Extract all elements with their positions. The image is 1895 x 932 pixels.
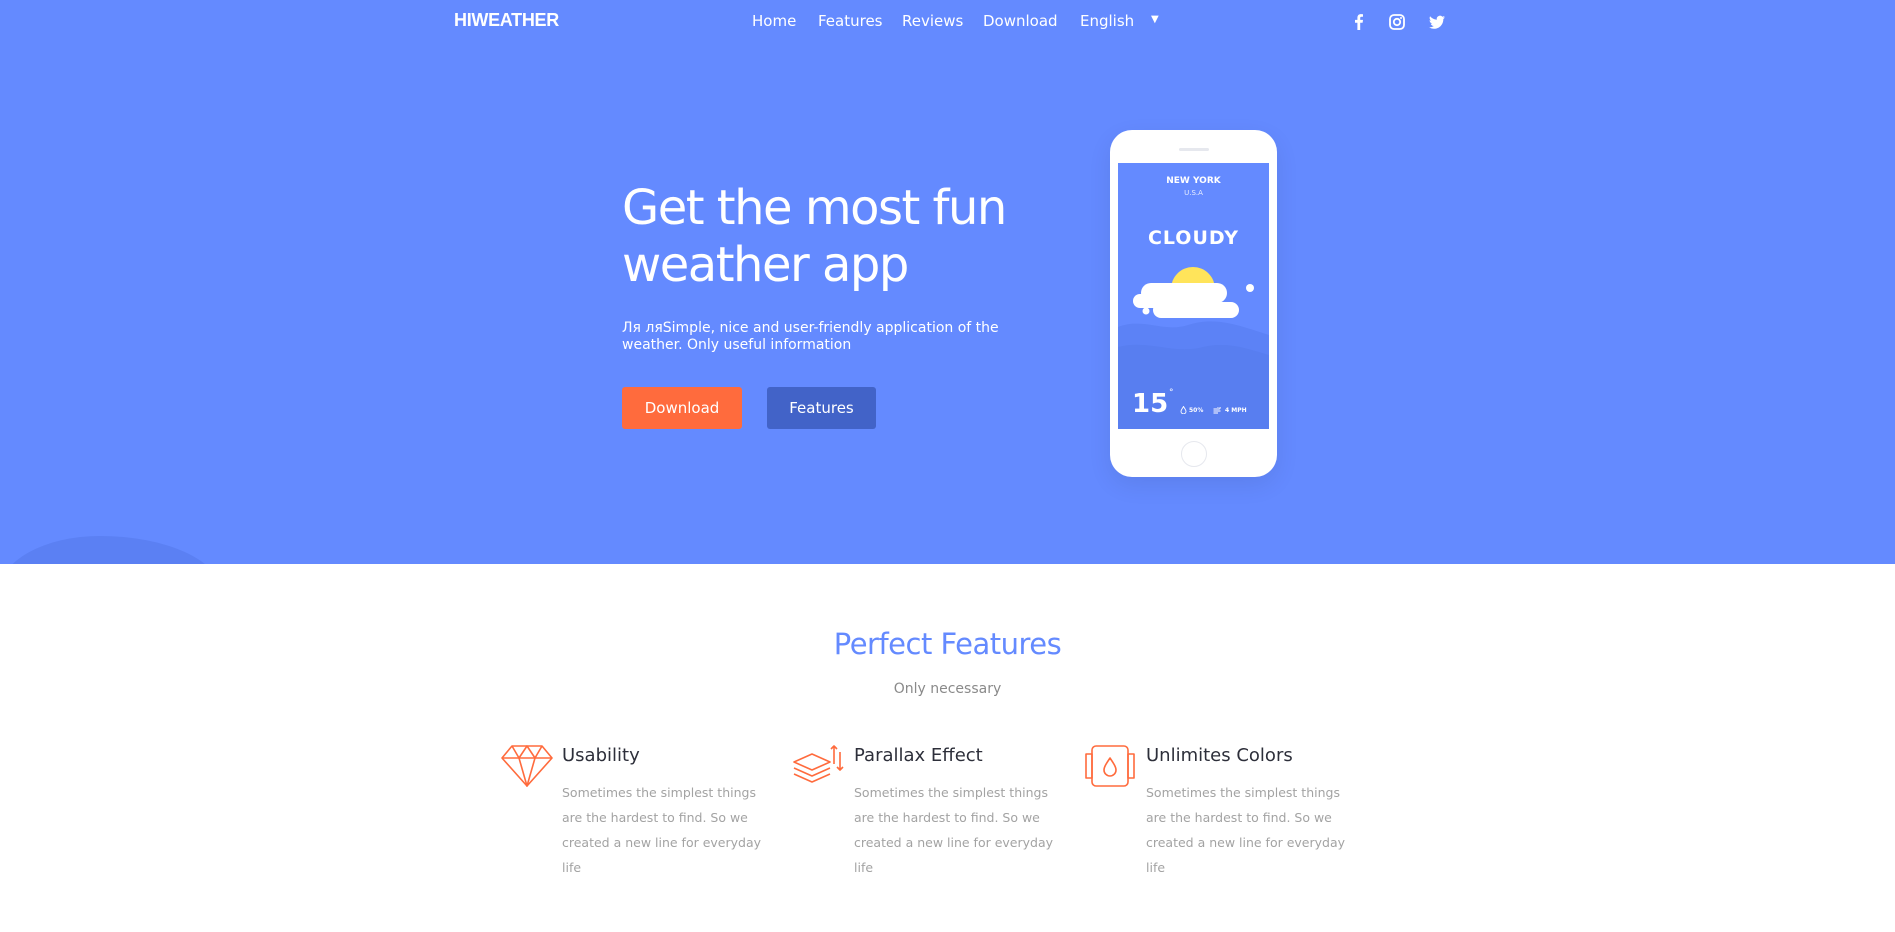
humidity-value: 50% bbox=[1189, 407, 1204, 414]
humidity-icon bbox=[1180, 406, 1187, 414]
chevron-down-icon[interactable]: ▼ bbox=[1151, 14, 1159, 25]
twitter-icon[interactable] bbox=[1427, 12, 1447, 32]
download-button[interactable]: Download bbox=[622, 387, 742, 429]
nav-home[interactable]: Home bbox=[752, 12, 796, 30]
color-drop-icon bbox=[1085, 745, 1135, 787]
feature-colors: Unlimites Colors Sometimes the simplest … bbox=[1084, 740, 1346, 880]
brand-logo[interactable]: HIWEATHER bbox=[454, 10, 559, 31]
feature-description: Sometimes the simplest things are the ha… bbox=[1146, 785, 1346, 875]
hero-title-line-2: weather app bbox=[622, 237, 909, 293]
phone-speaker bbox=[1179, 148, 1209, 151]
feature-description: Sometimes the simplest things are the ha… bbox=[854, 785, 1054, 875]
feature-title: Usability bbox=[562, 745, 640, 766]
instagram-icon[interactable] bbox=[1387, 12, 1407, 32]
weather-city: NEW YORK bbox=[1166, 176, 1221, 186]
features-title: Perfect Features bbox=[833, 627, 1062, 661]
layers-icon bbox=[793, 745, 844, 783]
phone-screen: NEW YORK U.S.A CLOUDY 15 ° 50% 4 MPH bbox=[1118, 163, 1269, 429]
phone-home-button bbox=[1181, 441, 1207, 467]
facebook-icon[interactable] bbox=[1349, 12, 1369, 32]
hero-subtitle: Ля ляSimple, nice and user-friendly appl… bbox=[622, 320, 999, 353]
weather-temperature: 15 bbox=[1132, 389, 1169, 419]
feature-title: Parallax Effect bbox=[854, 745, 983, 766]
degree-symbol: ° bbox=[1169, 388, 1174, 398]
hero-title: Get the most fun weather app bbox=[622, 180, 1042, 294]
nav-reviews[interactable]: Reviews bbox=[902, 12, 963, 30]
feature-description: Sometimes the simplest things are the ha… bbox=[562, 785, 762, 875]
nav-features[interactable]: Features bbox=[818, 12, 883, 30]
wind-value: 4 MPH bbox=[1225, 407, 1247, 414]
feature-usability: Usability Sometimes the simplest things … bbox=[500, 740, 762, 880]
language-select[interactable]: English bbox=[1080, 12, 1134, 30]
hero-wave-decoration bbox=[0, 536, 220, 564]
diamond-icon bbox=[501, 745, 553, 787]
hero-title-line-1: Get the most fun bbox=[622, 180, 1007, 236]
features-button[interactable]: Features bbox=[767, 387, 876, 429]
weather-condition: CLOUDY bbox=[1147, 227, 1240, 249]
weather-country: U.S.A bbox=[1184, 189, 1203, 197]
feature-title: Unlimites Colors bbox=[1146, 745, 1293, 766]
nav-download[interactable]: Download bbox=[983, 12, 1058, 30]
features-subtitle: Only necessary bbox=[893, 681, 1002, 697]
feature-parallax: Parallax Effect Sometimes the simplest t… bbox=[792, 740, 1054, 880]
phone-mockup: NEW YORK U.S.A CLOUDY 15 ° 50% 4 MPH bbox=[1110, 130, 1277, 477]
wind-icon bbox=[1213, 407, 1221, 414]
hero-section: HIWEATHER Home Features Reviews Download… bbox=[0, 0, 1895, 564]
